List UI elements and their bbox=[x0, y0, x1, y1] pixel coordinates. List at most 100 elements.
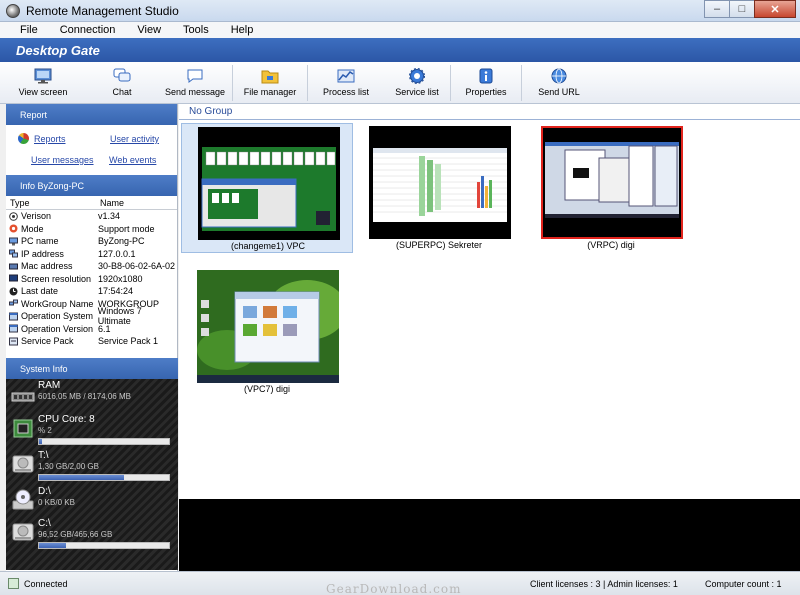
menu-connection[interactable]: Connection bbox=[49, 24, 127, 36]
computer-label: (changeme1) VPC bbox=[230, 241, 306, 251]
computer-screen-thumbnail bbox=[369, 126, 511, 239]
send-url-button[interactable]: Send URL bbox=[522, 63, 596, 103]
user-messages-link[interactable]: User messages bbox=[31, 155, 94, 165]
process-list-button[interactable]: Process list bbox=[308, 63, 384, 103]
info-value: 127.0.0.1 bbox=[98, 248, 136, 259]
reports-link[interactable]: Reports bbox=[34, 134, 66, 144]
lifebuoy-icon bbox=[9, 224, 18, 233]
drive-c-name: C:\ bbox=[38, 518, 51, 529]
file-manager-button[interactable]: File manager bbox=[233, 63, 307, 103]
info-table-header: Type Name bbox=[6, 196, 177, 210]
ram-value: 6016,05 MB / 8174,06 MB bbox=[38, 392, 131, 401]
service-list-button[interactable]: Service list bbox=[384, 63, 450, 103]
drive-t-usage-fill bbox=[39, 475, 124, 480]
info-key: Operation System bbox=[21, 311, 94, 322]
info-value: Service Pack 1 bbox=[98, 336, 159, 347]
computer-label: (VRPC) digi bbox=[587, 240, 635, 250]
computer-tile[interactable]: (changeme1) VPC bbox=[181, 123, 353, 253]
service-list-label: Service list bbox=[395, 87, 439, 97]
info-key: IP address bbox=[21, 248, 64, 259]
ram-icon bbox=[11, 392, 35, 402]
view-screen-button[interactable]: View screen bbox=[0, 63, 86, 103]
window-icon bbox=[9, 312, 18, 321]
drive-c-usage-bar bbox=[38, 542, 170, 549]
info-value: 17:54:24 bbox=[98, 286, 134, 297]
network-card-icon bbox=[9, 263, 18, 270]
globe-icon bbox=[551, 68, 567, 84]
maximize-button[interactable]: □ bbox=[729, 0, 755, 18]
cpu-name: CPU Core: 8 bbox=[38, 414, 95, 425]
info-icon bbox=[479, 68, 493, 84]
send-message-label: Send message bbox=[164, 87, 226, 97]
table-row[interactable]: Mode Support mode bbox=[6, 223, 177, 236]
system-info-panel: System Info RAM 6016,05 MB / 8174,06 MB … bbox=[6, 358, 178, 570]
pc-icon bbox=[9, 237, 18, 246]
properties-button[interactable]: Properties bbox=[451, 63, 521, 103]
report-section-header: Report bbox=[6, 104, 177, 125]
solitaire-screenshot bbox=[198, 127, 340, 240]
info-value: 6.1 bbox=[98, 323, 111, 334]
computer-tile[interactable]: (VRPC) digi bbox=[525, 123, 697, 253]
send-message-button[interactable]: Send message bbox=[158, 63, 232, 103]
left-panel: Report Reports User activity User messag… bbox=[6, 104, 178, 571]
info-value: Support mode bbox=[98, 223, 155, 234]
toolbar: View screen Chat Send message File manag… bbox=[0, 62, 800, 104]
workgroup-icon bbox=[9, 299, 18, 306]
minimize-button[interactable]: – bbox=[704, 0, 730, 18]
info-key: Service Pack bbox=[21, 336, 74, 347]
q-icon bbox=[9, 211, 18, 221]
table-row[interactable]: IP address 127.0.0.1 bbox=[6, 248, 177, 261]
table-row[interactable]: Last date 17:54:24 bbox=[6, 285, 177, 298]
drive-d-name: D:\ bbox=[38, 486, 51, 497]
web-events-link[interactable]: Web events bbox=[109, 155, 156, 165]
drive-t-usage-bar bbox=[38, 474, 170, 481]
process-list-label: Process list bbox=[322, 87, 369, 97]
menu-view[interactable]: View bbox=[126, 24, 172, 36]
computer-tile[interactable]: (VPC7) digi bbox=[181, 267, 353, 397]
send-url-label: Send URL bbox=[538, 87, 580, 97]
pie-chart-icon bbox=[18, 133, 29, 144]
column-header-name[interactable]: Name bbox=[96, 198, 124, 208]
table-row[interactable]: Screen resolution 1920x1080 bbox=[6, 273, 177, 286]
info-key: Last date bbox=[21, 286, 59, 297]
system-info-header: System Info bbox=[6, 358, 178, 379]
gear-icon bbox=[409, 68, 425, 84]
user-activity-link[interactable]: User activity bbox=[110, 134, 159, 144]
chat-button[interactable]: Chat bbox=[86, 63, 158, 103]
group-header[interactable]: No Group bbox=[179, 104, 800, 120]
chat-bubbles-icon bbox=[113, 68, 131, 82]
menu-file[interactable]: File bbox=[0, 24, 49, 36]
cpu-value: % 2 bbox=[38, 426, 52, 435]
table-row[interactable]: Operation System Windows 7 Ultimate bbox=[6, 306, 177, 326]
computer-tile[interactable]: (SUPERPC) Sekreter bbox=[353, 123, 525, 253]
computer-screen-thumbnail bbox=[541, 126, 683, 239]
close-button[interactable]: ✕ bbox=[754, 0, 796, 18]
table-row[interactable]: Service Pack Service Pack 1 bbox=[6, 335, 177, 348]
drive-c-usage-fill bbox=[39, 543, 67, 548]
menu-help[interactable]: Help bbox=[220, 24, 265, 36]
properties-label: Properties bbox=[465, 87, 507, 97]
clock-icon bbox=[9, 287, 18, 296]
column-header-type[interactable]: Type bbox=[6, 198, 96, 208]
cpu-usage-fill bbox=[39, 439, 42, 444]
connection-status-icon bbox=[8, 578, 19, 589]
title-bar: Remote Management Studio – □ ✕ bbox=[0, 0, 800, 22]
info-key: PC name bbox=[21, 236, 59, 247]
info-key: Screen resolution bbox=[21, 273, 92, 284]
table-row[interactable]: Mac address 30-B8-06-02-6A-02 bbox=[6, 260, 177, 273]
chat-label: Chat bbox=[112, 87, 132, 97]
connection-status: Connected bbox=[24, 578, 68, 589]
info-key: Mode bbox=[21, 223, 44, 234]
spreadsheet-screenshot bbox=[369, 126, 511, 239]
table-row[interactable]: Verison v1.34 bbox=[6, 210, 177, 223]
info-value: v1.34 bbox=[98, 211, 121, 222]
hard-drive-icon bbox=[12, 523, 34, 541]
computer-screen-thumbnail bbox=[197, 270, 347, 383]
table-row[interactable]: PC name ByZong-PC bbox=[6, 235, 177, 248]
watermark-text: GearDownload.com bbox=[326, 582, 462, 595]
menu-tools[interactable]: Tools bbox=[172, 24, 220, 36]
computers-view: No Group (changeme1) VPC (SUPERPC) Sekre… bbox=[179, 104, 800, 499]
windows7-screenshot bbox=[197, 270, 347, 383]
drive-t-value: 1,30 GB/2,00 GB bbox=[38, 462, 99, 471]
drive-c-value: 96,52 GB/465,66 GB bbox=[38, 530, 113, 539]
